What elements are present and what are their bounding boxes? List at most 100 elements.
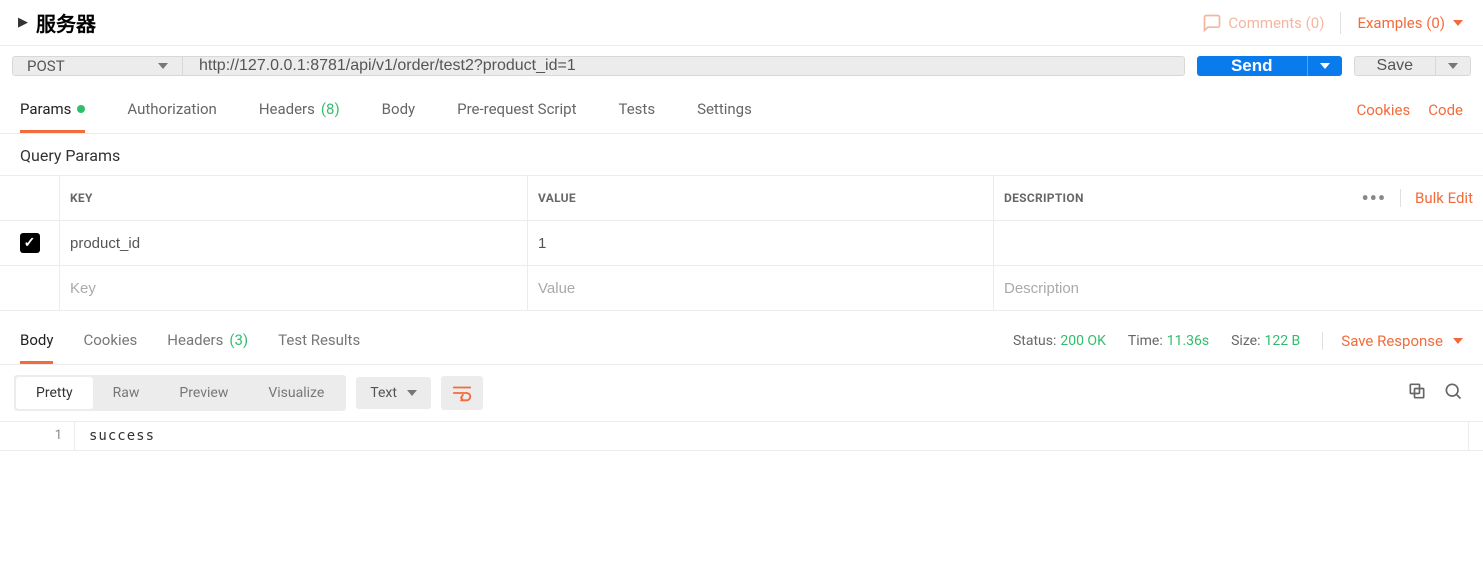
status-label: Status:: [1013, 333, 1056, 349]
search-icon[interactable]: [1443, 381, 1463, 406]
table-row: ✓: [0, 221, 1483, 266]
checkbox[interactable]: ✓: [20, 233, 40, 253]
body-toolbar-left: Pretty Raw Preview Visualize Text: [14, 375, 483, 411]
header-right: Comments (0) Examples (0): [1202, 12, 1463, 34]
comment-icon: [1202, 13, 1222, 33]
caret-down-icon: [1453, 20, 1463, 26]
head-desc-label: DESCRIPTION: [1004, 191, 1084, 205]
row-key: [60, 266, 528, 310]
resp-headers-count: (3): [229, 331, 248, 349]
cookies-link[interactable]: Cookies: [1356, 101, 1410, 119]
header-left: ▶ 服务器: [18, 8, 96, 37]
response-body-content[interactable]: success: [75, 422, 1469, 450]
view-mode-tabs: Pretty Raw Preview Visualize: [14, 375, 346, 411]
tab-headers[interactable]: Headers (8): [259, 86, 340, 133]
response-body-editor: 1 success: [0, 421, 1483, 451]
comments-label: Comments (0): [1228, 14, 1324, 32]
save-dropdown[interactable]: [1436, 56, 1471, 76]
save-response-button[interactable]: Save Response: [1322, 332, 1463, 350]
params-table: KEY VALUE DESCRIPTION ••• Bulk Edit ✓: [0, 175, 1483, 311]
size-stat: Size:122 B: [1231, 333, 1300, 349]
more-icon[interactable]: •••: [1361, 188, 1386, 208]
status-stat: Status:200 OK: [1013, 333, 1106, 349]
active-dot-icon: [77, 105, 85, 113]
param-value-input[interactable]: [538, 280, 983, 297]
param-key-input[interactable]: [70, 235, 517, 252]
row-desc: [994, 266, 1483, 310]
col-check-head: [0, 176, 60, 220]
col-desc-head: DESCRIPTION ••• Bulk Edit: [994, 176, 1483, 220]
format-label: Text: [370, 385, 397, 401]
method-select[interactable]: POST: [13, 57, 183, 75]
row-value: [528, 266, 994, 310]
tab-params[interactable]: Params: [20, 86, 85, 133]
url-input[interactable]: [183, 57, 1184, 75]
view-tab-pretty[interactable]: Pretty: [16, 377, 93, 409]
method-url-group: POST: [12, 56, 1185, 76]
copy-icon[interactable]: [1407, 381, 1427, 406]
row-value: [528, 221, 994, 265]
examples-label: Examples (0): [1357, 14, 1445, 32]
body-toolbar-right: [1407, 381, 1463, 406]
row-desc: [994, 221, 1483, 265]
time-label: Time:: [1128, 333, 1163, 349]
save-button-group: Save: [1354, 56, 1471, 76]
resp-tab-body[interactable]: Body: [20, 317, 53, 364]
wrap-lines-button[interactable]: [441, 376, 483, 410]
examples-button[interactable]: Examples (0): [1357, 14, 1463, 32]
divider: [1400, 189, 1401, 207]
tab-label: Headers: [259, 100, 315, 118]
request-tabs-row: Params Authorization Headers (8) Body Pr…: [0, 86, 1483, 134]
collapse-arrow-icon[interactable]: ▶: [18, 15, 28, 30]
line-number: 1: [0, 428, 62, 443]
response-tabs: Body Cookies Headers (3) Test Results: [20, 317, 360, 364]
head-value-label: VALUE: [538, 191, 576, 205]
tab-settings[interactable]: Settings: [697, 86, 752, 133]
view-tab-preview[interactable]: Preview: [159, 377, 248, 409]
caret-down-icon: [1448, 63, 1458, 69]
tab-tests[interactable]: Tests: [618, 86, 655, 133]
time-value: 11.36s: [1167, 333, 1209, 349]
save-button[interactable]: Save: [1354, 56, 1436, 76]
bulk-edit-link[interactable]: Bulk Edit: [1415, 189, 1473, 207]
divider: [1340, 12, 1341, 34]
tab-prerequest[interactable]: Pre-request Script: [457, 86, 576, 133]
headers-count: (8): [321, 100, 340, 118]
param-key-input[interactable]: [70, 280, 517, 297]
response-stats: Status:200 OK Time:11.36s Size:122 B Sav…: [1013, 332, 1463, 350]
size-value: 122 B: [1264, 333, 1300, 349]
tab-body[interactable]: Body: [382, 86, 415, 133]
caret-down-icon: [1320, 63, 1330, 69]
save-response-label: Save Response: [1341, 332, 1443, 350]
status-value: 200 OK: [1060, 333, 1106, 349]
col-key-head: KEY: [60, 176, 528, 220]
view-tab-raw[interactable]: Raw: [93, 377, 160, 409]
caret-down-icon: [407, 390, 417, 396]
response-tabs-row: Body Cookies Headers (3) Test Results St…: [0, 317, 1483, 365]
view-tab-visualize[interactable]: Visualize: [248, 377, 344, 409]
tab-label: Headers: [167, 331, 223, 349]
table-row-empty: [0, 266, 1483, 311]
resp-tab-headers[interactable]: Headers (3): [167, 317, 248, 364]
gutter: 1: [0, 422, 75, 450]
param-desc-input[interactable]: [1004, 280, 1473, 297]
send-dropdown[interactable]: [1307, 56, 1342, 76]
col-value-head: VALUE: [528, 176, 994, 220]
request-name[interactable]: 服务器: [36, 8, 96, 37]
comments-button[interactable]: Comments (0): [1202, 13, 1324, 33]
param-value-input[interactable]: [538, 235, 983, 252]
send-button[interactable]: Send: [1197, 56, 1307, 76]
caret-down-icon: [1453, 338, 1463, 344]
resp-tab-cookies[interactable]: Cookies: [83, 317, 137, 364]
code-link[interactable]: Code: [1428, 101, 1463, 119]
row-check: ✓: [0, 221, 60, 265]
tab-authorization[interactable]: Authorization: [127, 86, 216, 133]
resp-tab-test-results[interactable]: Test Results: [278, 317, 360, 364]
format-select[interactable]: Text: [356, 377, 431, 409]
caret-down-icon: [158, 63, 168, 69]
tab-label: Params: [20, 100, 71, 118]
request-tabs: Params Authorization Headers (8) Body Pr…: [20, 86, 752, 133]
request-header: ▶ 服务器 Comments (0) Examples (0): [0, 0, 1483, 46]
param-desc-input[interactable]: [1004, 235, 1473, 252]
head-key-label: KEY: [70, 191, 93, 205]
